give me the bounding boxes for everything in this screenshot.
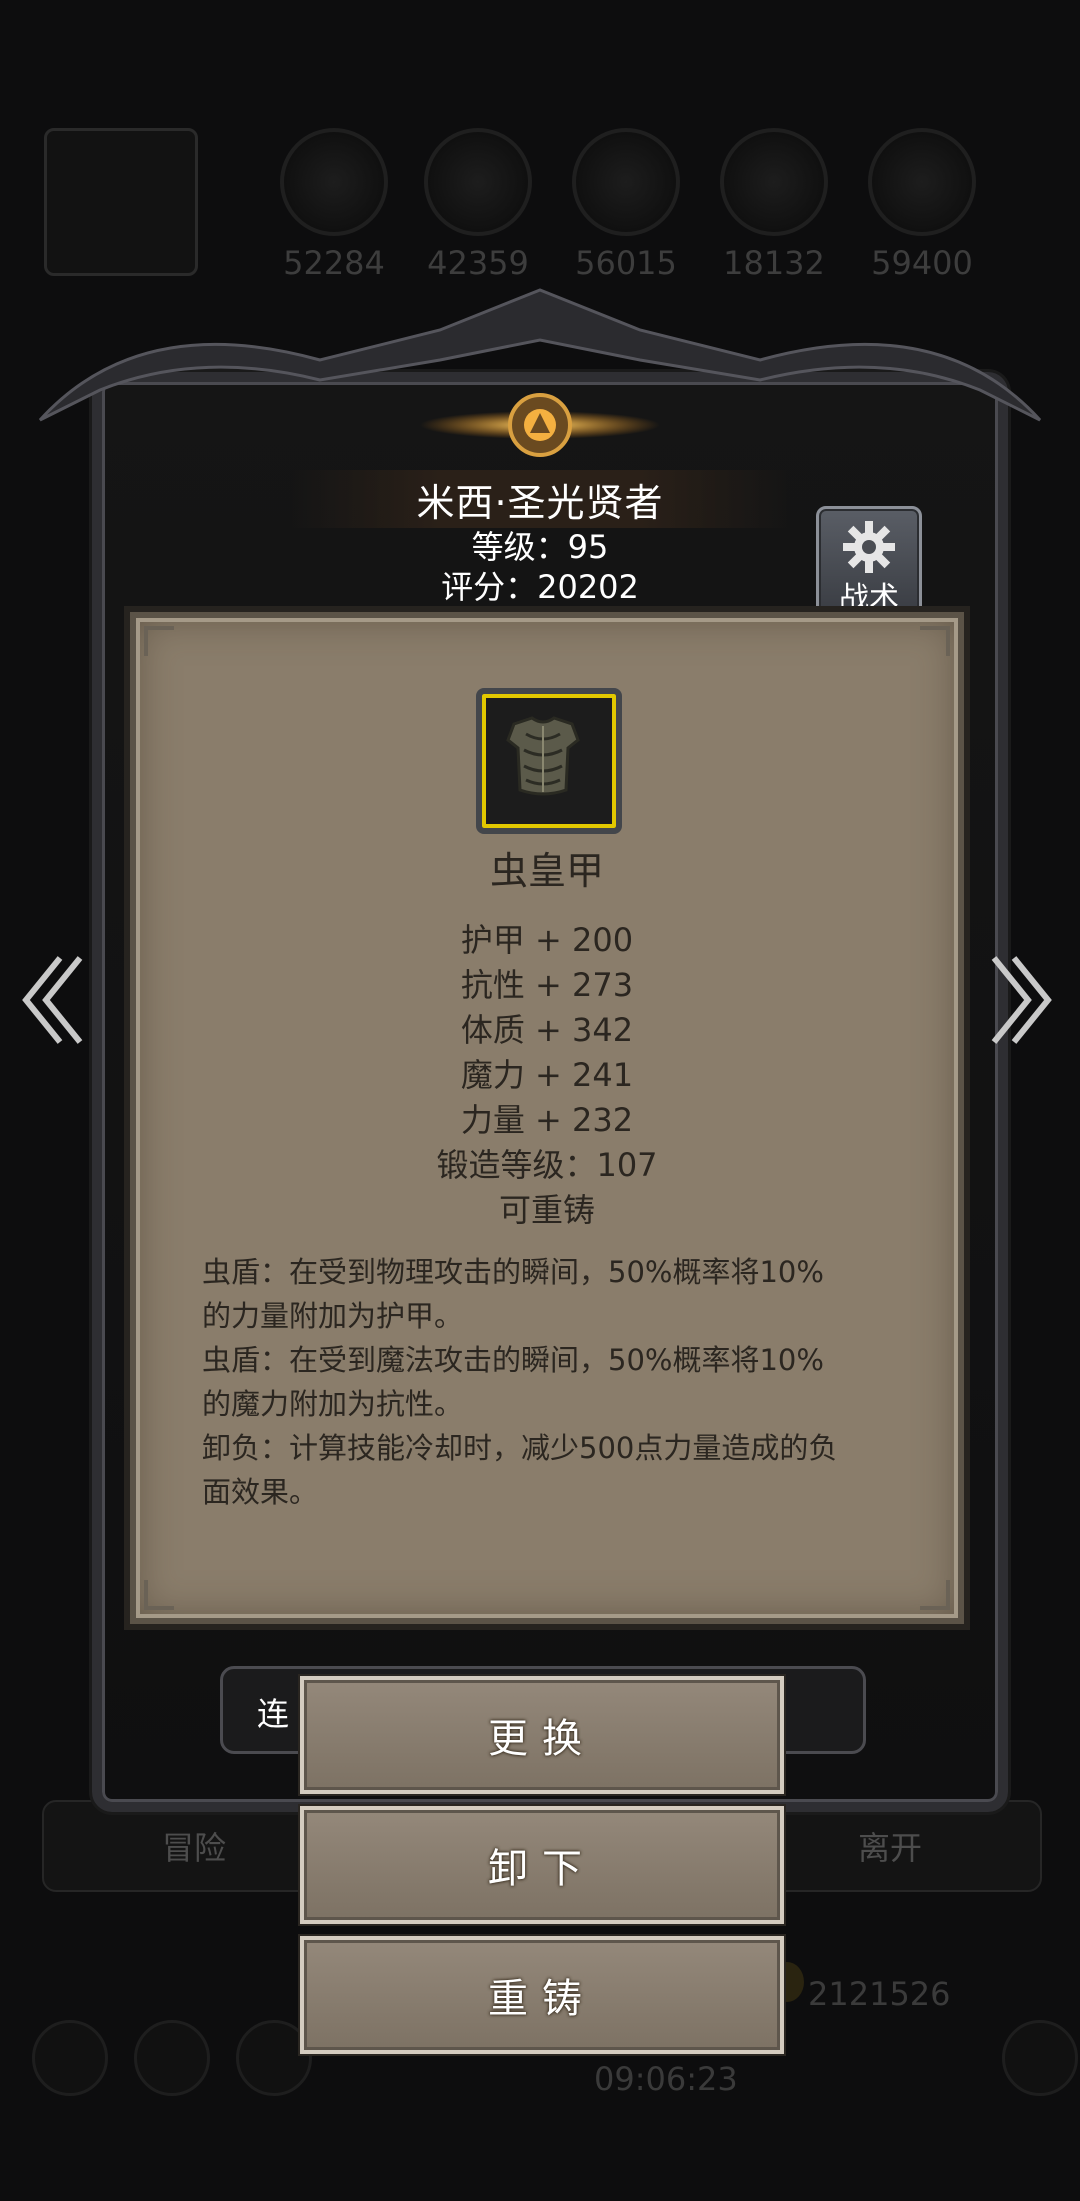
- bottom-menu-icon[interactable]: [134, 2020, 210, 2096]
- striped-ore-icon: [424, 128, 532, 236]
- reforgeable-note: 可重铸: [498, 1191, 595, 1229]
- stat-resistance: 抗性 + 273: [460, 966, 634, 1004]
- replace-button-label: 更换: [488, 1716, 596, 1762]
- orange-ore-icon: [280, 128, 388, 236]
- combo-row-label: 连: [257, 1695, 290, 1733]
- description-line: 虫盾：在受到魔法攻击的瞬间，50%概率将10%: [202, 1343, 824, 1377]
- blue-crystal-icon: [720, 128, 828, 236]
- resource-5: 59400: [866, 128, 978, 282]
- resource-4: 18132: [718, 128, 830, 282]
- panel-corner: [144, 1580, 174, 1610]
- item-name: 虫皇甲: [489, 849, 604, 893]
- stat-strength: 力量 + 232: [460, 1101, 634, 1139]
- description-line: 的力量附加为护甲。: [202, 1299, 464, 1333]
- add-icon[interactable]: [1002, 2020, 1078, 2096]
- tab-adventure-label: 冒险: [161, 1829, 226, 1867]
- forge-level: 锻造等级：107: [436, 1146, 658, 1184]
- description-line: 卸负：计算技能冷却时，减少500点力量造成的负: [202, 1431, 838, 1465]
- tactics-label: 战术: [839, 581, 899, 616]
- metal-ingot-icon: [572, 128, 680, 236]
- replace-button[interactable]: 更换: [300, 1676, 784, 1794]
- resource-3: 56015: [570, 128, 682, 282]
- resource-2: 42359: [422, 128, 534, 282]
- description-line: 虫盾：在受到物理攻击的瞬间，50%概率将10%: [202, 1255, 824, 1289]
- stat-armor: 护甲 + 200: [460, 921, 634, 959]
- tab-leave-label: 离开: [857, 1829, 922, 1867]
- emblem-icon: [420, 393, 660, 457]
- gold-amount: 2121526: [808, 1975, 951, 2013]
- next-arrow-icon[interactable]: [988, 950, 1058, 1050]
- panel-corner: [920, 1580, 950, 1610]
- stat-magic: 魔力 + 241: [460, 1056, 634, 1094]
- tactics-button[interactable]: 战术: [816, 506, 922, 616]
- armor-icon: [506, 716, 580, 796]
- reforge-button-label: 重铸: [488, 1976, 596, 2022]
- description-line: 面效果。: [202, 1475, 319, 1509]
- character-portrait-slot: [44, 128, 198, 276]
- stat-constitution: 体质 + 342: [460, 1011, 634, 1049]
- description-line: 的魔力附加为抗性。: [202, 1387, 464, 1421]
- dark-ore-icon: [868, 128, 976, 236]
- unequip-button[interactable]: 卸下: [300, 1806, 784, 1924]
- bottom-menu-icon[interactable]: [32, 2020, 108, 2096]
- panel-corner: [144, 626, 174, 656]
- gear-icon: [843, 521, 895, 573]
- item-description: 虫盾：在受到物理攻击的瞬间，50%概率将10% 的力量附加为护甲。 虫盾：在受到…: [202, 1250, 902, 1514]
- previous-arrow-icon[interactable]: [16, 950, 86, 1050]
- item-detail-panel: 虫皇甲 护甲 + 200 抗性 + 273 体质 + 342 魔力 + 241 …: [130, 612, 964, 1624]
- panel-corner: [920, 626, 950, 656]
- resource-1: 52284: [278, 128, 390, 282]
- reforge-button[interactable]: 重铸: [300, 1936, 784, 2054]
- item-stats: 护甲 + 200 抗性 + 273 体质 + 342 魔力 + 241 力量 +…: [136, 918, 958, 1233]
- clock: 09:06:23: [594, 2060, 738, 2098]
- item-slot: [476, 688, 622, 834]
- unequip-button-label: 卸下: [488, 1846, 596, 1892]
